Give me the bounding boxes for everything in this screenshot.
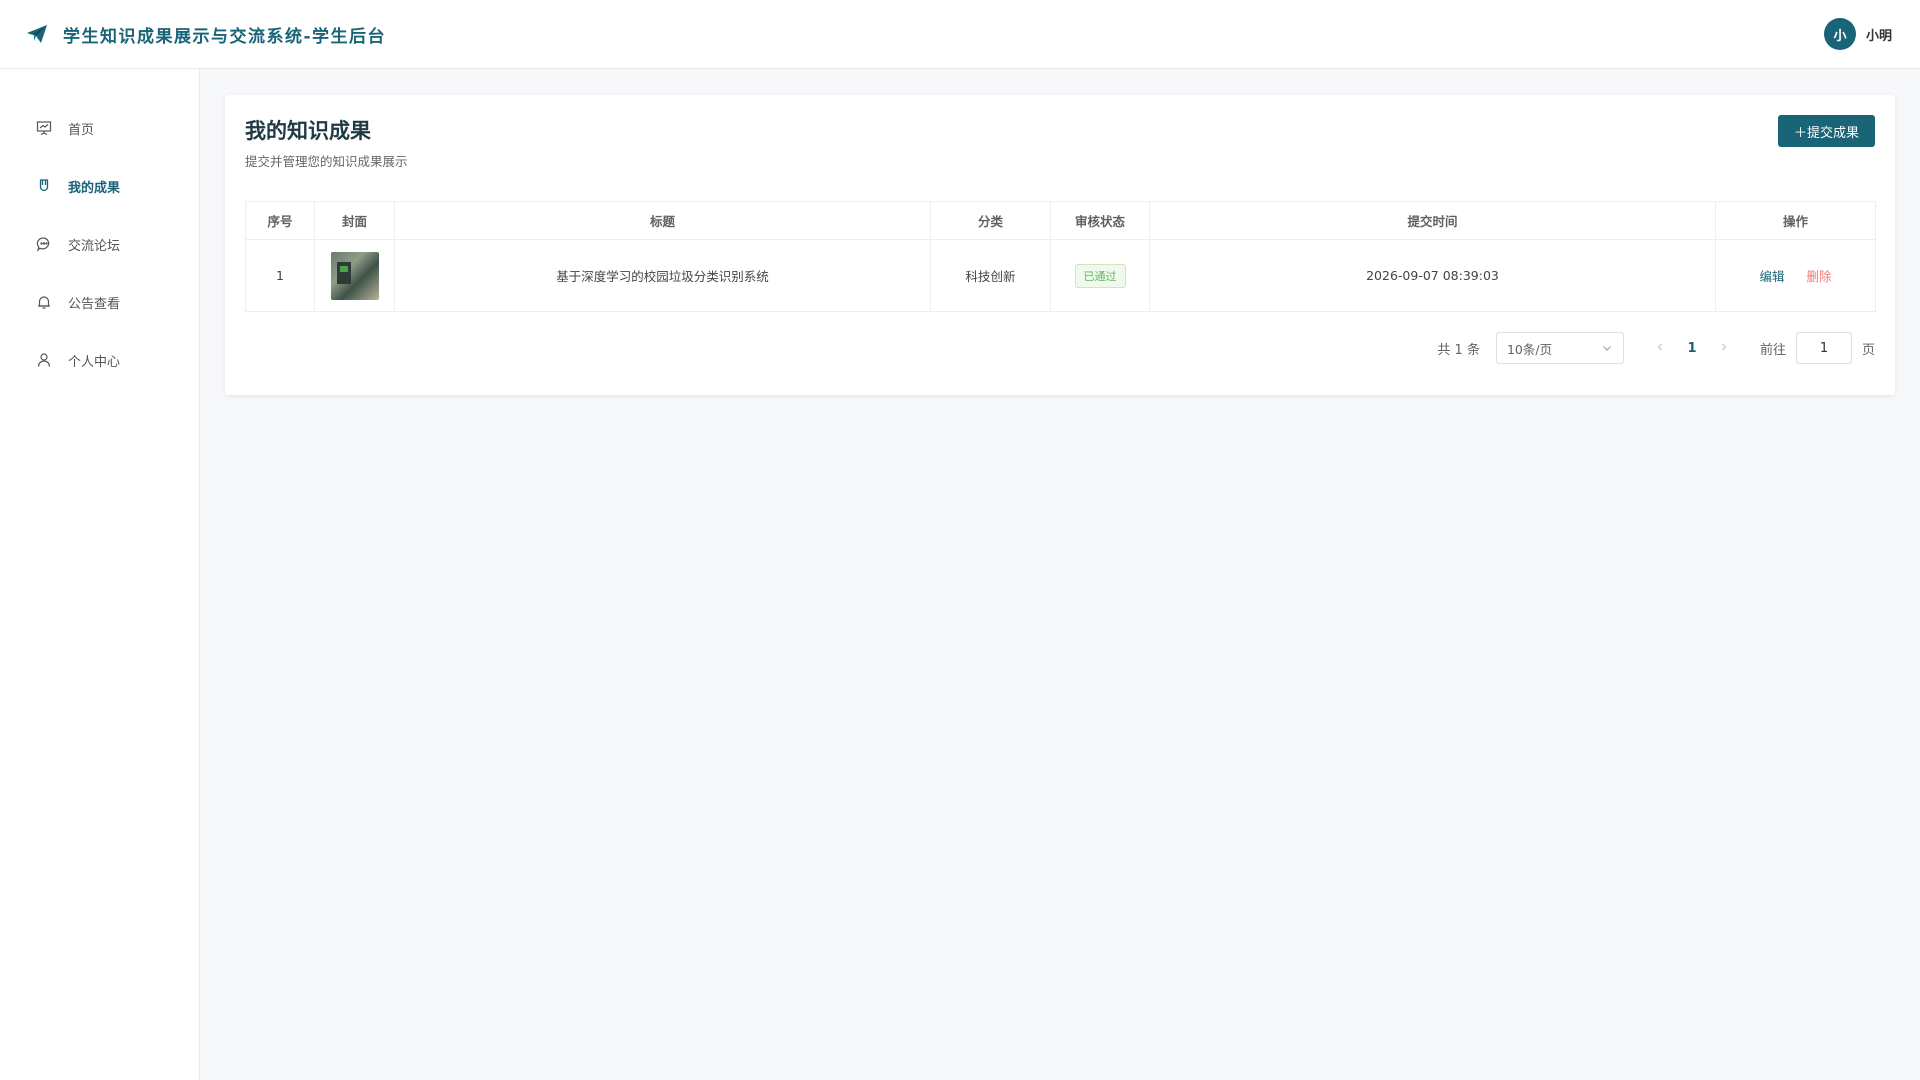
- sidebar-item-label: 我的成果: [68, 180, 121, 196]
- bell-icon: [35, 293, 53, 311]
- cell-actions: 编辑 删除: [1715, 239, 1876, 312]
- medal-icon: [35, 177, 53, 195]
- card-header: 我的知识成果 提交并管理您的知识成果展示 ＋提交成果: [245, 115, 1875, 173]
- presentation-icon: [35, 119, 53, 137]
- top-header: 学生知识成果展示与交流系统-学生后台 小 小明: [0, 0, 1920, 69]
- cell-time: 2026-09-07 08:39:03: [1149, 239, 1716, 312]
- column-header-cover: 封面: [314, 201, 395, 240]
- page-title: 我的知识成果: [245, 119, 371, 143]
- app-title: 学生知识成果展示与交流系统-学生后台: [63, 26, 387, 47]
- cell-category: 科技创新: [930, 239, 1051, 312]
- page-subtitle: 提交并管理您的知识成果展示: [245, 154, 408, 169]
- cell-index: 1: [245, 239, 315, 312]
- next-page-button[interactable]: [1712, 341, 1736, 356]
- cell-cover: [314, 239, 395, 312]
- goto-label: 前往: [1759, 342, 1786, 358]
- column-header-title: 标题: [394, 201, 931, 240]
- page-size-value: 10条/页: [1506, 341, 1553, 357]
- pagination-total: 共 1 条: [1437, 342, 1480, 358]
- table-row: 1 基于深度学习的校园垃圾分类识别系统 科技创新 已通过 2026-09-07 …: [245, 239, 1876, 312]
- cell-title: 基于深度学习的校园垃圾分类识别系统: [394, 239, 931, 312]
- goto-unit: 页: [1861, 342, 1875, 358]
- sidebar-item-label: 个人中心: [68, 354, 121, 370]
- table-header-row: 序号 封面 标题 分类 审核状态 提交时间 操作: [245, 201, 1876, 240]
- cell-status: 已通过: [1050, 239, 1150, 312]
- achievements-card: 我的知识成果 提交并管理您的知识成果展示 ＋提交成果 序号 封面 标题 分类 审…: [225, 95, 1895, 395]
- sidebar-item-my-achievements[interactable]: 我的成果: [0, 157, 199, 215]
- user-icon: [35, 351, 53, 369]
- achievements-table: 序号 封面 标题 分类 审核状态 提交时间 操作 1 基于深度学习的校园垃圾分类…: [245, 201, 1876, 312]
- sidebar-item-announcements[interactable]: 公告查看: [0, 273, 199, 331]
- sidebar-item-profile[interactable]: 个人中心: [0, 331, 199, 389]
- sidebar-item-forum[interactable]: 交流论坛: [0, 215, 199, 273]
- column-header-category: 分类: [930, 201, 1051, 240]
- delete-button[interactable]: 删除: [1806, 269, 1831, 284]
- page-size-select[interactable]: 10条/页: [1495, 332, 1624, 364]
- sidebar-item-home[interactable]: 首页: [0, 99, 199, 157]
- column-header-time: 提交时间: [1149, 201, 1716, 240]
- sidebar: 首页 我的成果 交流论坛 公告查看 个人中心: [0, 69, 200, 1080]
- page-number-current[interactable]: 1: [1672, 341, 1712, 356]
- goto-page-input[interactable]: [1795, 332, 1852, 364]
- cover-thumbnail[interactable]: [330, 251, 379, 300]
- sidebar-item-label: 首页: [68, 122, 95, 138]
- sidebar-item-label: 交流论坛: [68, 238, 121, 254]
- column-header-actions: 操作: [1715, 201, 1876, 240]
- edit-button[interactable]: 编辑: [1759, 269, 1784, 284]
- status-badge: 已通过: [1074, 263, 1126, 288]
- paper-plane-icon: [27, 25, 47, 43]
- pagination: 共 1 条 10条/页 1 前往 页: [245, 332, 1875, 364]
- chevron-right-icon: [1722, 343, 1727, 350]
- sidebar-item-label: 公告查看: [68, 296, 121, 312]
- brand: 学生知识成果展示与交流系统-学生后台: [25, 22, 386, 47]
- column-header-index: 序号: [245, 201, 315, 240]
- chevron-left-icon: [1657, 343, 1662, 350]
- column-header-status: 审核状态: [1050, 201, 1150, 240]
- username[interactable]: 小明: [1866, 25, 1892, 44]
- prev-page-button[interactable]: [1648, 341, 1672, 356]
- avatar[interactable]: 小: [1823, 18, 1856, 50]
- chat-bubble-icon: [35, 235, 53, 253]
- user-menu[interactable]: 小 小明: [1823, 18, 1892, 50]
- submit-achievement-button[interactable]: ＋提交成果: [1777, 115, 1875, 147]
- chevron-down-icon: [1603, 346, 1611, 351]
